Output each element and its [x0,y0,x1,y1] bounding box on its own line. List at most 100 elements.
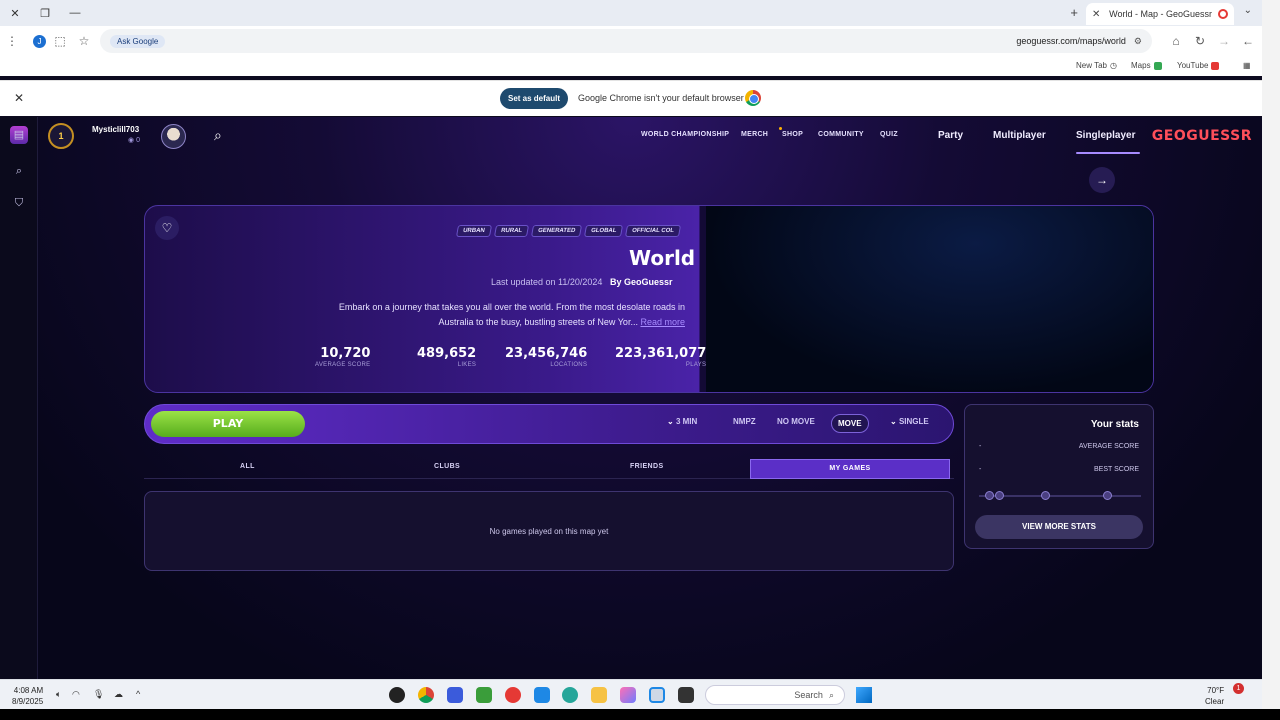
taskbar-search[interactable]: Search ⌕ [705,685,845,705]
tag-urban[interactable]: URBAN [455,225,492,237]
nav-multiplayer[interactable]: Multiplayer [993,130,1046,141]
opera-icon[interactable] [505,687,521,703]
bookmark-new-tab[interactable]: New Tab ◷ [1076,61,1117,70]
reload-icon[interactable]: ↻ [1188,34,1212,48]
user-avatar[interactable] [161,124,186,149]
app-icon[interactable] [678,687,694,703]
store-icon[interactable] [534,687,550,703]
forward-icon[interactable]: → [1212,34,1236,48]
app-icon[interactable] [389,687,405,703]
geoguessr-favicon [1218,9,1228,19]
chevron-up-icon[interactable]: ^ [136,689,140,699]
site-info-icon[interactable]: ⚙ [1134,36,1142,47]
minecraft-icon[interactable] [476,687,492,703]
maps-icon [1153,61,1162,70]
app-icon[interactable] [447,687,463,703]
view-more-stats-button[interactable]: VIEW MORE STATS [975,515,1143,539]
like-heart-icon[interactable]: ♡ [155,216,179,240]
microphone-icon[interactable]: 🎙︎ [93,689,104,700]
bookmark-star-icon[interactable]: ☆ [72,34,96,48]
ask-google-button[interactable]: Ask Google [110,34,166,48]
restore-window-icon[interactable]: ❐ [30,0,60,26]
tag-official[interactable]: OFFICIAL COL [625,225,682,237]
address-bar[interactable]: Ask Google geoguessr.com/maps/world ⚙ [100,29,1152,53]
tab-clubs[interactable]: CLUBS [434,463,460,470]
new-tab-icon[interactable]: + [1070,5,1078,20]
tab-friends[interactable]: FRIENDS [630,463,664,470]
profile-avatar[interactable]: J [33,35,46,48]
folder-icon[interactable] [591,687,607,703]
bookmark-maps[interactable]: Maps [1131,61,1162,70]
windows-taskbar: 4:08 AM 8/9/2025 🔈︎ ◠ 🎙︎ ☁︎ ^ Search ⌕ 7… [0,679,1262,709]
map-tags: URBAN RURAL GENERATED GLOBAL OFFICIAL CO… [455,225,682,237]
windows-start-icon[interactable] [856,687,872,703]
nav-world-championship[interactable]: WORLD CHAMPIONSHIP [641,131,729,138]
copilot-icon[interactable] [620,687,636,703]
set-default-button[interactable]: Set as default [500,88,569,109]
apps-grid-icon[interactable]: ▦ [1243,61,1251,70]
back-icon[interactable]: ← [1236,34,1260,48]
wifi-icon[interactable]: ◠ [72,689,80,700]
map-author[interactable]: By GeoGuessr [610,277,673,287]
browser-tab-bar: ✕ ❐ — + ✕ World - Map - GeoGuessr ⌄ [0,0,1262,26]
nav-community[interactable]: COMMUNITY [818,131,864,138]
progress-marker [1103,491,1112,500]
shield-icon[interactable]: ⛉ [10,194,28,212]
stats-title: Your stats [1090,419,1139,430]
play-button[interactable]: PLAY [151,411,305,437]
stat-plays: 223,361,077 PLAYS [615,346,707,368]
site-nav: 1 Mysticlill703 ◉ 0 ⌕ WORLD CHAMPIONSHIP… [38,117,1262,155]
arrow-right-icon[interactable]: → [1089,167,1115,193]
chest-icon[interactable]: ▤ [10,126,28,144]
tab-all[interactable]: ALL [240,463,255,470]
tab-search-icon[interactable]: ⌄ [1244,5,1252,16]
option-no-move[interactable]: NO MOVE [777,417,815,426]
close-tab-icon[interactable]: ✕ [1092,9,1100,20]
tag-rural[interactable]: RURAL [493,225,529,237]
geoguessr-page: ▤ ⌕ ⛉ 1 Mysticlill703 ◉ 0 ⌕ WORLD CHAMPI… [0,117,1262,679]
search-icon[interactable]: ⌕ [10,162,28,180]
username[interactable]: Mysticlill703 [92,125,139,134]
geoguessr-logo[interactable]: GEOGUESSR [1152,128,1252,144]
read-more-link[interactable]: Read more [640,317,685,327]
search-icon: ⌕ [828,689,834,700]
side-rail: ▤ ⌕ ⛉ [0,117,38,679]
time-select[interactable]: ⌄ 3 MIN [667,417,697,426]
cloud-icon[interactable]: ☁︎ [114,689,123,700]
nav-search-icon[interactable]: ⌕ [214,127,222,144]
minimize-window-icon[interactable]: — [60,0,90,26]
empty-message: No games played on this map yet [489,527,609,536]
home-icon[interactable]: ⌂ [1164,34,1188,48]
nav-merch[interactable]: MERCH [741,131,768,138]
bookmark-youtube[interactable]: YouTube [1177,61,1220,70]
mode-select[interactable]: ⌄ SINGLE [890,417,929,426]
menu-icon[interactable]: ⋮ [0,34,24,48]
active-nav-indicator [1076,152,1140,154]
coin-badge[interactable]: 1 [48,123,74,149]
page-scrollbar[interactable] [1262,0,1280,720]
nav-singleplayer[interactable]: Singleplayer [1076,130,1135,141]
extensions-icon[interactable]: ⬚ [48,34,72,48]
close-window-icon[interactable]: ✕ [0,0,30,26]
progress-marker [1041,491,1050,500]
new-tab-bookmark-icon: ◷ [1109,61,1117,70]
url-text[interactable]: geoguessr.com/maps/world [1016,36,1126,46]
option-nmpz[interactable]: NMPZ [733,417,756,426]
chrome-taskbar-icon[interactable] [418,687,434,703]
tag-global[interactable]: GLOBAL [583,225,624,237]
tab-my-games[interactable]: MY GAMES [750,459,950,479]
clock[interactable]: 4:08 AM 8/9/2025 [12,685,43,707]
close-infobar-icon[interactable]: ✕ [14,91,24,105]
volume-icon[interactable]: 🔈︎ [56,689,61,700]
nav-shop[interactable]: SHOP [782,131,803,138]
weather-widget[interactable]: 70°F Clear [1205,685,1224,707]
nav-party[interactable]: Party [938,130,963,141]
map-description: Embark on a journey that takes you all o… [338,302,685,327]
map-hero-card: ♡ URBAN RURAL GENERATED GLOBAL OFFICIAL … [144,205,1154,393]
tag-generated[interactable]: GENERATED [530,225,582,237]
option-move[interactable]: MOVE [831,414,869,433]
nav-quiz[interactable]: QUIZ [880,131,898,138]
browser-tab[interactable]: ✕ World - Map - GeoGuessr [1086,3,1234,25]
edge-icon[interactable] [562,687,578,703]
task-view-icon[interactable] [649,687,665,703]
